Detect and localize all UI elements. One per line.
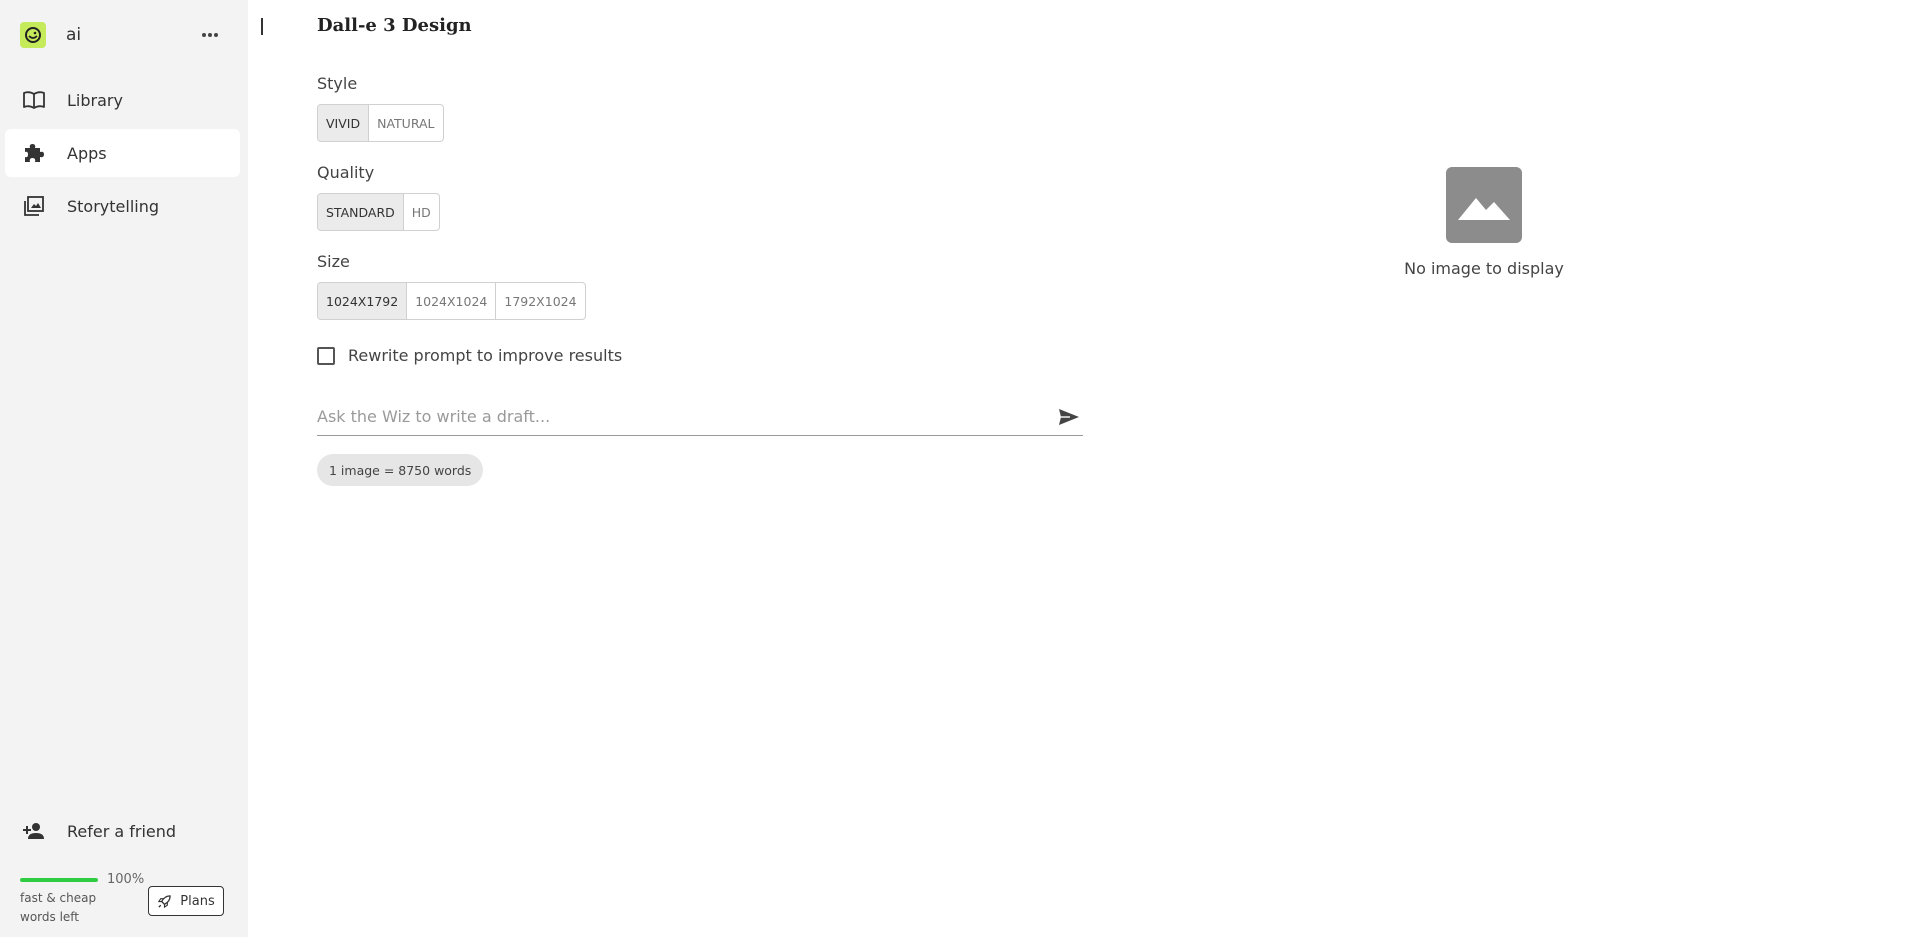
sidebar-item-storytelling[interactable]: Storytelling xyxy=(5,182,240,230)
size-option-1024x1024[interactable]: 1024X1024 xyxy=(407,283,497,319)
rocket-icon xyxy=(157,894,180,909)
size-label: Size xyxy=(317,252,350,271)
plans-label: Plans xyxy=(180,893,215,909)
empty-preview-text: No image to display xyxy=(1404,259,1564,278)
rewrite-prompt-checkbox[interactable] xyxy=(317,346,335,365)
sidebar: ai Library Apps Storytelling Refer a fri… xyxy=(0,0,248,937)
quality-option-hd[interactable]: HD xyxy=(404,194,439,230)
style-segmented-control: VIVID NATURAL xyxy=(317,104,444,142)
sidebar-item-library[interactable]: Library xyxy=(5,76,240,124)
storytelling-icon xyxy=(21,193,47,219)
sidebar-item-label: Apps xyxy=(67,143,107,163)
sidebar-item-apps[interactable]: Apps xyxy=(5,129,240,177)
sidebar-item-label: Storytelling xyxy=(67,196,160,216)
prompt-field xyxy=(317,398,1083,436)
sidebar-item-label: Library xyxy=(67,90,123,110)
page-title: Dall-e 3 Design xyxy=(317,15,472,36)
book-open-icon xyxy=(21,87,47,113)
app-root: ai Library Apps Storytelling Refer a fri… xyxy=(0,0,1905,937)
usage-progress-fill xyxy=(20,877,98,882)
workspace-logo-icon xyxy=(20,22,46,48)
image-placeholder-icon xyxy=(1446,167,1522,243)
usage-percent: 100% xyxy=(107,872,145,887)
refer-a-friend[interactable]: Refer a friend xyxy=(5,813,240,849)
rewrite-prompt-label: Rewrite prompt to improve results xyxy=(348,346,623,365)
person-add-icon xyxy=(21,818,47,844)
text-cursor xyxy=(261,18,263,35)
style-option-vivid[interactable]: VIVID xyxy=(318,105,370,141)
style-label: Style xyxy=(317,74,358,93)
send-icon[interactable] xyxy=(1055,403,1083,431)
more-options-icon[interactable] xyxy=(196,21,224,49)
plans-button[interactable]: Plans xyxy=(148,886,224,916)
usage-text: fast & cheap words left xyxy=(20,891,97,924)
prompt-input[interactable] xyxy=(317,401,1055,432)
size-option-1024x1792[interactable]: 1024X1792 xyxy=(318,283,408,319)
size-option-1792x1024[interactable]: 1792X1024 xyxy=(496,283,584,319)
usage-meter: 100% fast & cheap words left xyxy=(20,872,150,927)
quality-label: Quality xyxy=(317,163,375,182)
refer-label: Refer a friend xyxy=(67,821,177,841)
style-option-natural[interactable]: NATURAL xyxy=(369,105,442,141)
cost-badge: 1 image = 8750 words xyxy=(317,454,484,486)
quality-segmented-control: STANDARD HD xyxy=(317,193,440,231)
main-panel: Dall-e 3 Design Style VIVID NATURAL Qual… xyxy=(248,0,1905,937)
rewrite-prompt-option[interactable]: Rewrite prompt to improve results xyxy=(317,346,622,365)
workspace-name: ai xyxy=(66,25,82,45)
puzzle-icon xyxy=(21,140,47,166)
size-segmented-control: 1024X1792 1024X1024 1792X1024 xyxy=(317,282,586,320)
usage-progress-bar xyxy=(20,877,98,882)
workspace-header[interactable]: ai xyxy=(20,17,224,53)
quality-option-standard[interactable]: STANDARD xyxy=(318,194,404,230)
